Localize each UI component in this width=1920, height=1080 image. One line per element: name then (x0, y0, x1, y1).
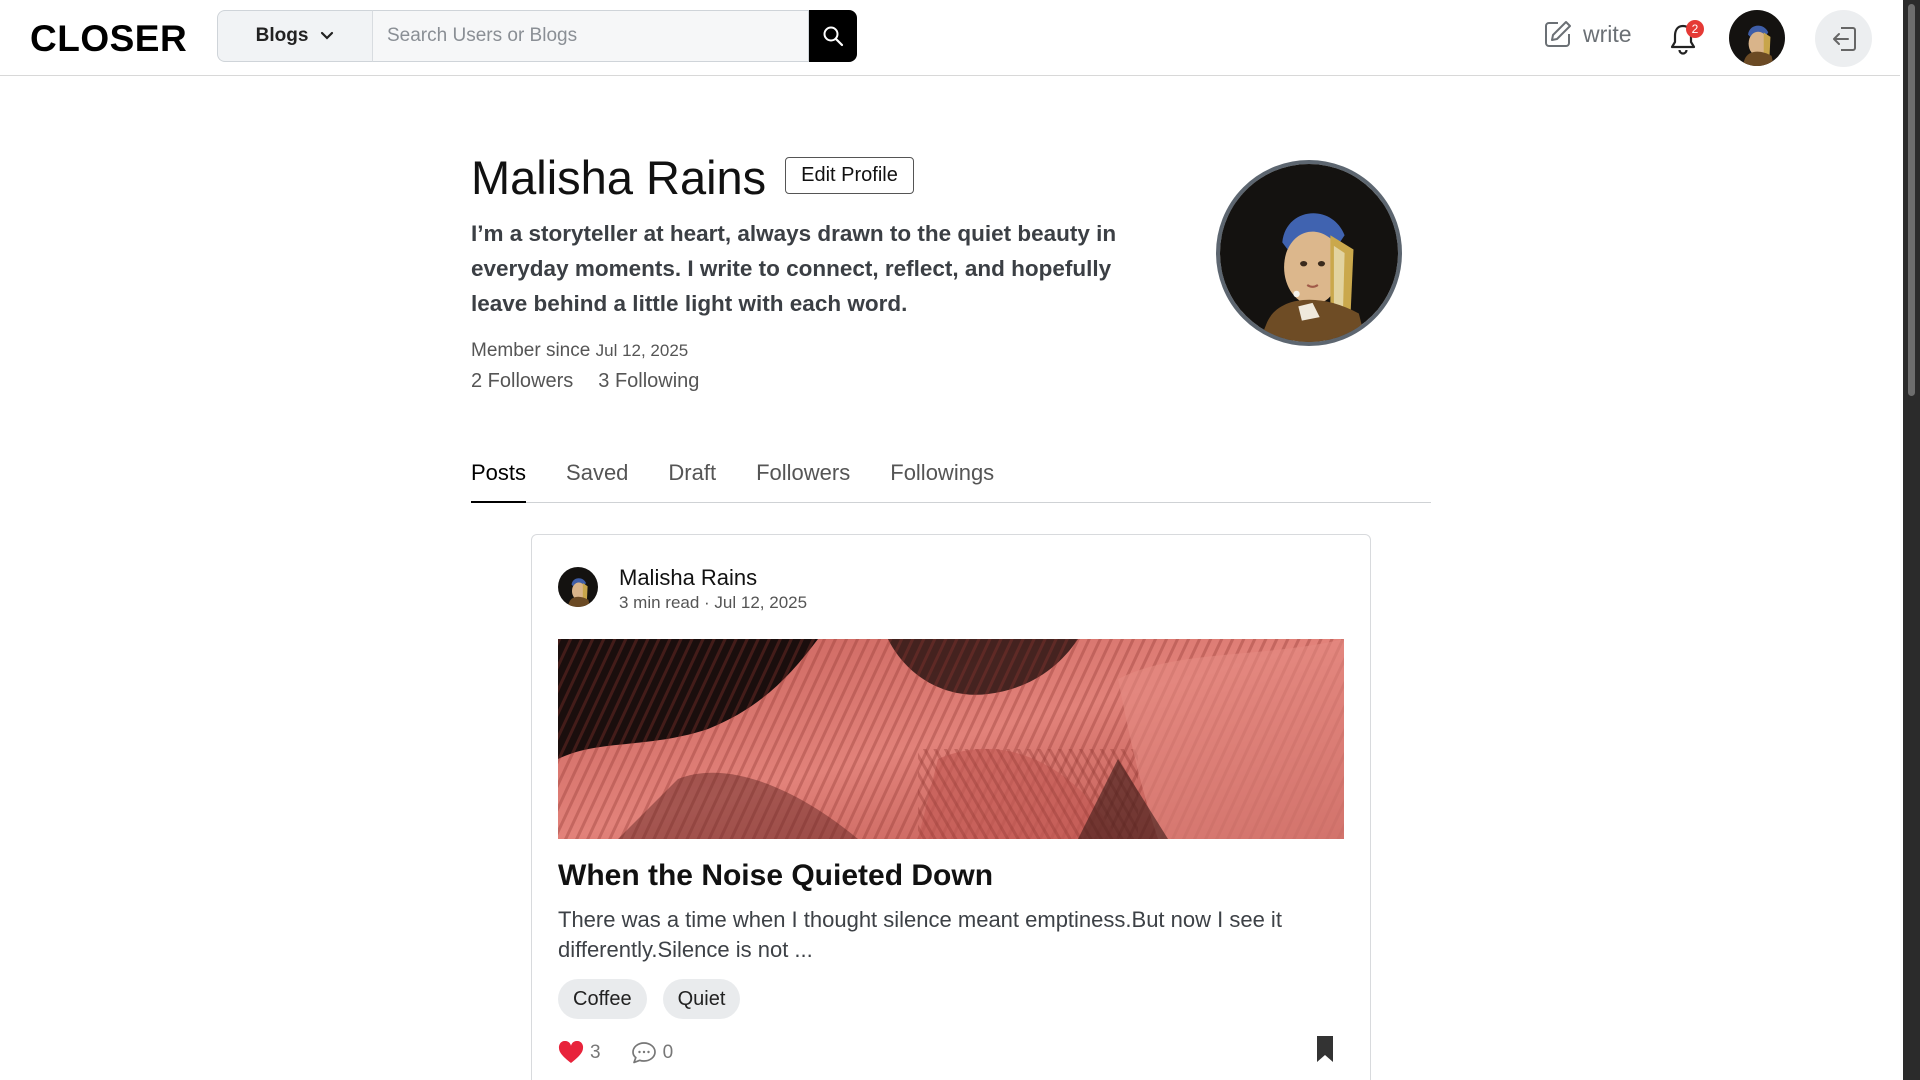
search-icon (823, 26, 844, 47)
followers-count-link[interactable]: 2 Followers (471, 370, 573, 393)
comment-icon (631, 1042, 656, 1064)
post-cover-image[interactable] (558, 639, 1344, 839)
search-button[interactable] (809, 10, 857, 62)
post-actions: 3 0 (558, 1041, 693, 1065)
member-since: Member since Jul 12, 2025 (471, 340, 688, 362)
tab-followers[interactable]: Followers (756, 458, 850, 503)
heart-icon (558, 1041, 584, 1063)
like-count: 3 (590, 1042, 601, 1063)
logout-button[interactable] (1815, 10, 1872, 67)
scrollbar-thumb[interactable] (1908, 4, 1915, 396)
like-button[interactable]: 3 (558, 1041, 601, 1065)
member-since-label: Member since (471, 340, 591, 361)
tab-followings[interactable]: Followings (890, 458, 994, 503)
profile-bio: I’m a storyteller at heart, always drawn… (471, 221, 1117, 316)
site-logo[interactable]: CLOSER (30, 18, 187, 60)
avatar-portrait-image (1729, 10, 1785, 66)
search-group: Blogs (217, 10, 857, 62)
tab-saved[interactable]: Saved (566, 458, 628, 503)
write-label: write (1583, 20, 1632, 47)
search-category-label: Blogs (255, 25, 309, 46)
comment-count: 0 (662, 1042, 674, 1063)
follow-counts: 2 Followers 3 Following (471, 370, 699, 393)
tag-chip[interactable]: Coffee (558, 979, 647, 1019)
comment-button[interactable]: 0 (631, 1041, 674, 1065)
notifications-button[interactable]: 2 (1668, 20, 1704, 56)
post-tags: Coffee Quiet (558, 979, 741, 1019)
logout-icon (1832, 26, 1856, 51)
post-card[interactable]: Malisha Rains 3 min read · Jul 12, 2025 (531, 534, 1371, 1080)
post-author-name[interactable]: Malisha Rains (619, 565, 757, 591)
post-meta: 3 min read · Jul 12, 2025 (619, 593, 808, 612)
following-count-link[interactable]: 3 Following (598, 370, 699, 393)
notification-badge: 2 (1686, 20, 1704, 38)
member-since-date: Jul 12, 2025 (595, 341, 689, 360)
profile-name: Malisha Rains (471, 151, 767, 204)
profile-portrait-image (1220, 164, 1398, 342)
edit-pencil-icon (1545, 21, 1571, 47)
tab-draft[interactable]: Draft (668, 458, 716, 503)
post-author-avatar[interactable] (558, 567, 598, 607)
user-avatar[interactable] (1729, 10, 1785, 66)
chevron-down-icon (321, 31, 334, 40)
bookmark-icon[interactable] (1316, 1035, 1334, 1063)
cover-fabric-image (558, 639, 1344, 839)
edit-profile-button[interactable]: Edit Profile (785, 157, 914, 194)
profile-avatar (1216, 160, 1402, 346)
profile-tabs: Posts Saved Draft Followers Followings (471, 458, 1431, 503)
search-category-dropdown[interactable]: Blogs (217, 10, 372, 62)
write-button[interactable]: write (1543, 19, 1632, 49)
search-input[interactable] (372, 10, 809, 62)
author-portrait-image (558, 567, 598, 607)
tag-chip[interactable]: Quiet (662, 979, 741, 1019)
top-navbar: CLOSER Blogs write 2 (0, 0, 1900, 76)
tab-posts[interactable]: Posts (471, 458, 527, 503)
post-excerpt: There was a time when I thought silence … (558, 907, 1282, 962)
post-title[interactable]: When the Noise Quieted Down (558, 859, 993, 893)
